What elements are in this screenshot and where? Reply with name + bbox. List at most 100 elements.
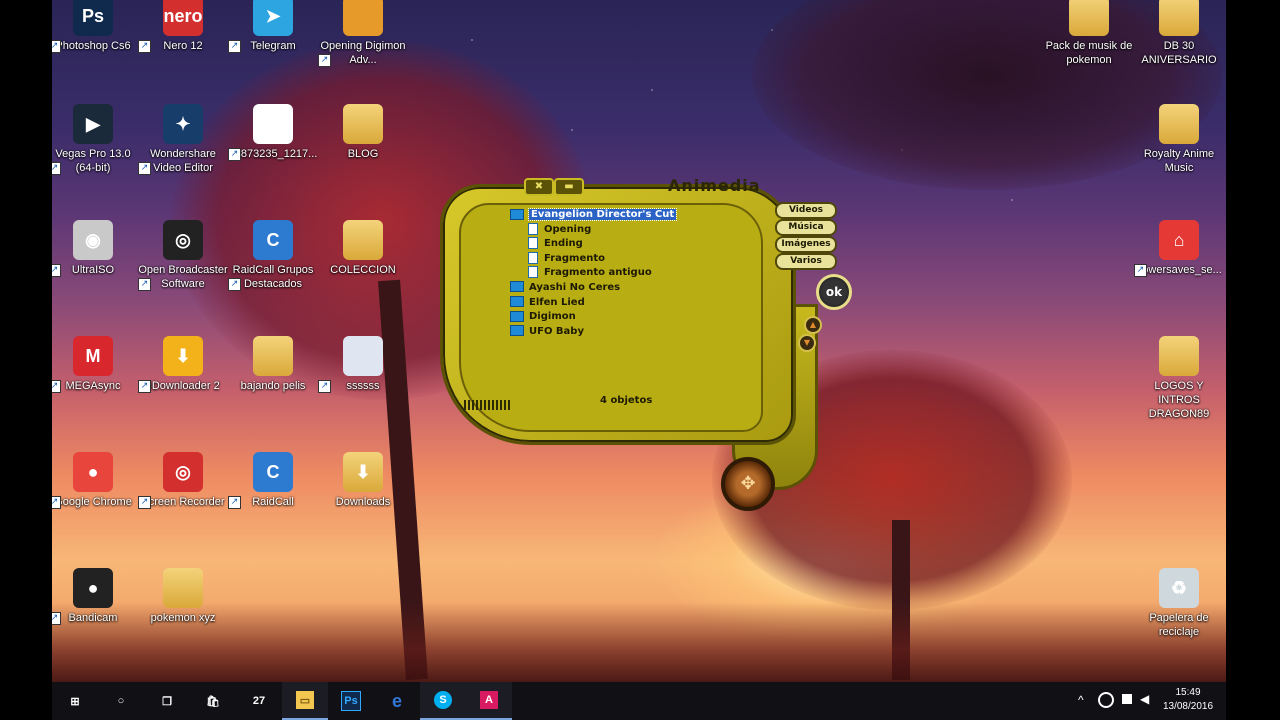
arrow-down-icon: ▼	[803, 338, 811, 347]
tree-item-label: Digimon	[529, 311, 576, 323]
skype-app[interactable]: S	[420, 682, 466, 720]
desktop-icon[interactable]: ↗ 13873235_1217...	[228, 104, 318, 161]
animedia-player-window[interactable]: ✖ ▬ Animedia Videos Música Imágenes Varios …	[440, 174, 852, 524]
task-view-button[interactable]: ❐	[144, 682, 190, 720]
edge-icon: e	[391, 690, 402, 711]
store-app[interactable]: 🛍	[190, 682, 236, 720]
category-button[interactable]: Videos	[775, 202, 837, 219]
shortcut-arrow-icon: ↗	[1134, 264, 1147, 277]
desktop-icon[interactable]: Ps ↗ Photoshop Cs6	[52, 0, 138, 53]
category-button[interactable]: Imágenes	[775, 236, 837, 253]
animedia-app[interactable]: A	[466, 682, 512, 720]
photoshop-icon: Ps	[73, 0, 113, 36]
desktop-icon[interactable]: ♻ Papelera de reciclaje	[1134, 568, 1224, 639]
desktop-icon[interactable]: Royalty Anime Music	[1134, 104, 1224, 175]
desktop-icon-label: Open Broadcaster Software	[138, 264, 228, 290]
raidcall-icon: C	[253, 220, 293, 260]
desktop-icon[interactable]: DB 30 ANIVERSARIO	[1134, 0, 1224, 67]
desktop-icon-label: Papelera de reciclaje	[1149, 612, 1209, 638]
desktop-icon[interactable]: ◉ ↗ UltraISO	[52, 220, 138, 277]
desktop-icon[interactable]: nero ↗ Nero 12	[138, 0, 228, 53]
desktop-icon[interactable]: C ↗ RaidCall	[228, 452, 318, 509]
ok-button[interactable]: ok	[816, 274, 852, 310]
player-close-button[interactable]: ✖	[524, 178, 554, 196]
folder-icon	[253, 336, 293, 376]
desktop-icon-label: Downloads	[335, 496, 391, 508]
network-icon[interactable]	[1122, 694, 1132, 704]
category-button[interactable]: Música	[775, 219, 837, 236]
player-title: Animedia	[668, 176, 761, 195]
desktop-icon[interactable]: ◎ ↗ Screen Recorder	[138, 452, 228, 509]
category-button[interactable]: Varios	[775, 253, 837, 270]
desktop-icon[interactable]: pokemon xyz	[138, 568, 228, 625]
scroll-up-button[interactable]: ▲	[804, 316, 822, 334]
tree-folder-item[interactable]: UFO Baby	[510, 325, 730, 340]
desktop-icon[interactable]: ↗ Opening Digimon Adv...	[318, 0, 408, 67]
calendar-app[interactable]: 27	[236, 682, 282, 720]
file-icon	[528, 237, 538, 250]
desktop-icon[interactable]: LOGOS Y INTROS DRAGON89	[1134, 336, 1224, 421]
desktop-icon-label: powersaves_se...	[1136, 264, 1222, 276]
desktop-icon[interactable]: ● ↗ Google Chrome	[52, 452, 138, 509]
desktop-icon-label: MEGAsync	[65, 380, 121, 392]
desktop-icon-label: BLOG	[347, 148, 379, 160]
edge-app[interactable]: e	[374, 682, 420, 720]
desktop-icon[interactable]: ⬇ Downloads	[318, 452, 408, 509]
desktop-icon-label: Wondershare Video Editor	[150, 148, 216, 174]
file-explorer-app[interactable]: ▭	[282, 682, 328, 720]
desktop-icon-label: RaidCall Grupos Destacados	[232, 264, 314, 290]
desktop-icon[interactable]: ⬇ ↗ JDownloader 2	[138, 336, 228, 393]
desktop-icon[interactable]: ↗ ssssss	[318, 336, 408, 393]
start-button[interactable]: ⊞	[52, 682, 98, 720]
minimize-icon: ▬	[564, 181, 574, 192]
desktop-icon[interactable]: ✦ ↗ Wondershare Video Editor	[138, 104, 228, 175]
desktop-icon[interactable]: ● ↗ Bandicam	[52, 568, 138, 625]
shortcut-arrow-icon: ↗	[138, 380, 151, 393]
desktop-icon-label: Royalty Anime Music	[1143, 148, 1215, 174]
desktop-icon-label: Nero 12	[163, 40, 203, 52]
desktop-icon-label: LOGOS Y INTROS DRAGON89	[1148, 380, 1210, 420]
record-icon[interactable]	[1098, 692, 1114, 708]
status-text: 4 objetos	[600, 395, 653, 406]
shortcut-arrow-icon: ↗	[318, 380, 331, 393]
desktop-icon[interactable]: bajando pelis	[228, 336, 318, 393]
mega-icon: M	[73, 336, 113, 376]
desktop-icon[interactable]: BLOG	[318, 104, 408, 161]
recycle-bin-icon: ♻	[1159, 568, 1199, 608]
scroll-down-button[interactable]: ▼	[798, 334, 816, 352]
desktop-icon-label: bajando pelis	[240, 380, 306, 392]
tree-item-label: Ayashi No Ceres	[529, 281, 621, 293]
desktop-icon[interactable]: ⌂ ↗ powersaves_se...	[1134, 220, 1224, 277]
desktop-icon[interactable]: ▶ ↗ Vegas Pro 13.0 (64-bit)	[52, 104, 138, 175]
desktop-icon[interactable]: Pack de musik de pokemon	[1044, 0, 1134, 67]
volume-icon[interactable]: ◀	[1140, 692, 1149, 706]
move-arrows-icon: ✥	[740, 473, 756, 494]
tree-file-item[interactable]: Fragmento antiguo	[510, 266, 730, 281]
shortcut-arrow-icon: ↗	[52, 496, 61, 509]
desktop-icon-label: RaidCall	[252, 496, 294, 508]
tree-item-label: Fragmento antiguo	[544, 267, 652, 279]
tree-folder-item[interactable]: Elfen Lied	[510, 296, 730, 311]
desktop-icon[interactable]: M ↗ MEGAsync	[52, 336, 138, 393]
speaker-grill	[464, 400, 510, 410]
tree-item-label: UFO Baby	[529, 325, 584, 337]
image-file-icon	[253, 104, 293, 144]
photoshop-app[interactable]: Ps	[328, 682, 374, 720]
player-minimize-button[interactable]: ▬	[554, 178, 584, 196]
obs-icon: ◎	[163, 220, 203, 260]
desktop-icon[interactable]: COLECCION	[318, 220, 408, 277]
tree-folder-item[interactable]: Digimon	[510, 310, 730, 325]
tree-folder-item[interactable]: Evangelion Director's Cut	[510, 208, 730, 223]
show-hidden-icons-button[interactable]: ^	[1078, 693, 1084, 707]
tree-file-item[interactable]: Fragmento	[510, 251, 730, 267]
desktop-icon[interactable]: C ↗ RaidCall Grupos Destacados	[228, 220, 318, 291]
desktop-icon[interactable]: ➤ ↗ Telegram	[228, 0, 318, 53]
tree-folder-item[interactable]: Ayashi No Ceres	[510, 281, 730, 296]
cortana-button[interactable]: ○	[98, 682, 144, 720]
tree-file-item[interactable]: Ending	[510, 237, 730, 252]
navigation-joystick[interactable]: ✥	[721, 457, 775, 511]
desktop-icon[interactable]: ◎ ↗ Open Broadcaster Software	[138, 220, 228, 291]
tree-file-item[interactable]: Opening	[510, 222, 730, 238]
clock[interactable]: 15:49 13/08/2016	[1158, 686, 1218, 714]
desktop-icon-label: COLECCION	[330, 264, 396, 276]
